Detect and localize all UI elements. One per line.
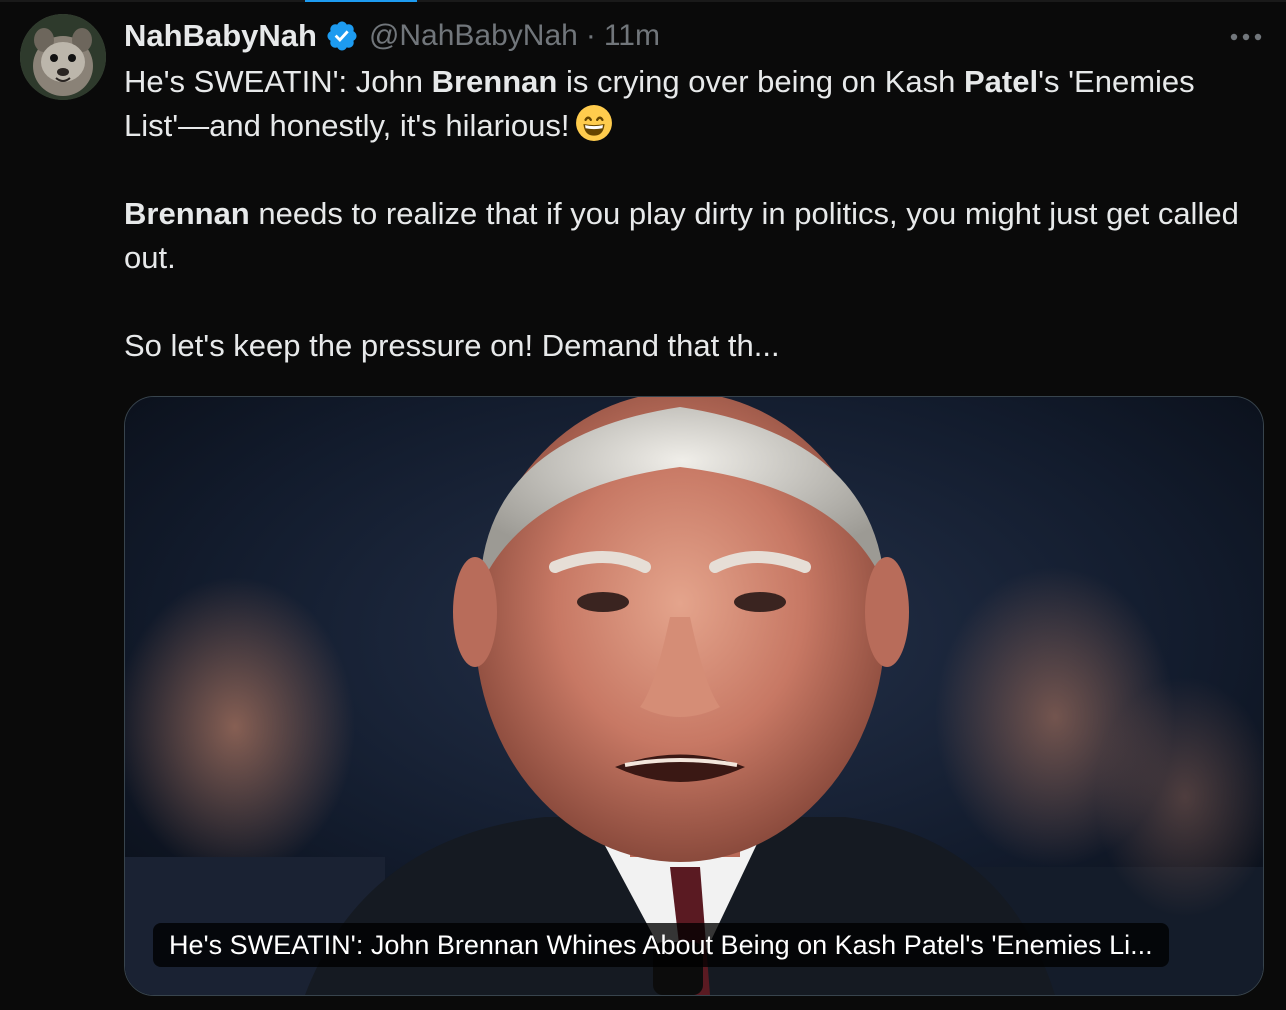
grinning-face-emoji-icon xyxy=(576,105,613,141)
tweet[interactable]: NahBabyNah @NahBabyNah · 11m He's SWEATI… xyxy=(0,0,1286,1010)
more-options-icon[interactable] xyxy=(1226,22,1266,52)
avatar-image xyxy=(20,14,106,100)
separator-dot: · xyxy=(585,19,596,52)
tweet-paragraph-1: He's SWEATIN': John Brennan is crying ov… xyxy=(124,60,1274,148)
link-preview-card[interactable]: He's SWEATIN': John Brennan Whines About… xyxy=(124,396,1264,996)
tweet-text: He's SWEATIN': John Brennan is crying ov… xyxy=(124,60,1274,368)
display-name[interactable]: NahBabyNah xyxy=(124,18,317,54)
highlight-term: Brennan xyxy=(124,196,250,231)
tweet-header: NahBabyNah @NahBabyNah · 11m xyxy=(124,14,660,58)
highlight-term: Brennan xyxy=(431,64,558,99)
tweet-paragraph-2: Brennan needs to realize that if you pla… xyxy=(124,192,1274,280)
timestamp[interactable]: 11m xyxy=(604,19,660,53)
verified-badge-icon[interactable] xyxy=(325,19,359,53)
avatar[interactable] xyxy=(20,14,106,100)
text-span: is crying over being on Kash xyxy=(557,64,964,99)
card-title: He's SWEATIN': John Brennan Whines About… xyxy=(153,923,1169,967)
highlight-term: Patel xyxy=(964,64,1039,99)
text-span: needs to realize that if you play dirty … xyxy=(124,196,1239,275)
card-image xyxy=(125,397,1263,995)
user-handle[interactable]: @NahBabyNah xyxy=(369,19,578,53)
text-span: He's SWEATIN': John xyxy=(124,64,432,99)
tweet-paragraph-3: So let's keep the pressure on! Demand th… xyxy=(124,328,780,363)
